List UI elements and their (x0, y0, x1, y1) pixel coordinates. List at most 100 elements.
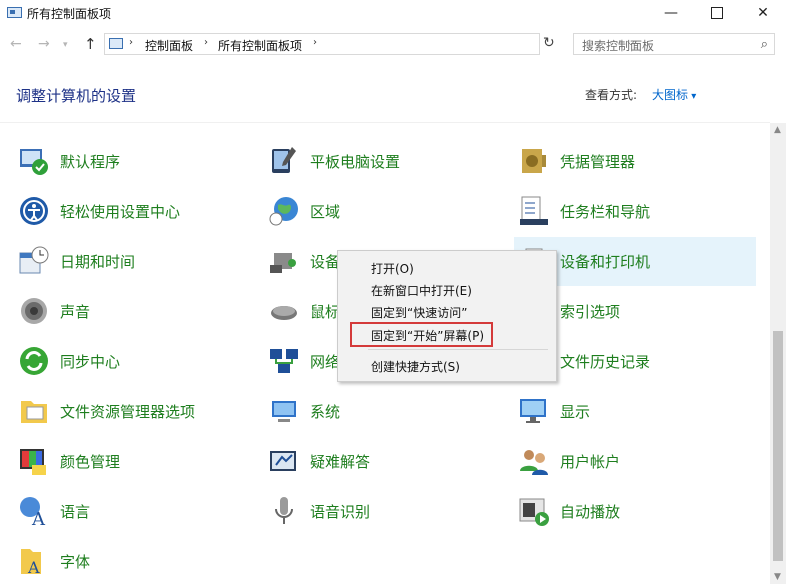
item-date-time[interactable]: 日期和时间 (18, 243, 258, 279)
color-management-icon (20, 449, 46, 475)
control-panel-icon (7, 7, 22, 18)
annotation-highlight-box (350, 322, 493, 347)
item-system[interactable]: 系统 (268, 393, 508, 429)
network-icon (270, 349, 298, 373)
credential-manager-icon (522, 149, 546, 173)
title-bar: 所有控制面板项 — ✕ (0, 0, 786, 27)
breadcrumb-separator[interactable]: › (129, 37, 133, 48)
item-color-management[interactable]: 颜色管理 (18, 443, 258, 479)
up-button[interactable]: ↑ (84, 35, 97, 53)
item-ease-of-access[interactable]: 轻松使用设置中心 (18, 193, 258, 229)
item-label: 用户帐户 (560, 453, 621, 471)
date-time-icon (19, 246, 49, 274)
item-taskbar-navigation[interactable]: 任务栏和导航 (518, 193, 758, 229)
item-troubleshooting[interactable]: 疑难解答 (268, 443, 508, 479)
item-file-explorer-options[interactable]: 文件资源管理器选项 (18, 393, 258, 429)
item-speech-recognition[interactable]: 语音识别 (268, 493, 508, 529)
troubleshooting-icon (270, 451, 296, 471)
item-sound[interactable]: 声音 (18, 293, 258, 329)
item-label: 日期和时间 (60, 253, 136, 271)
item-sync-center[interactable]: 同步中心 (18, 343, 258, 379)
default-programs-icon (20, 149, 48, 175)
taskbar-navigation-icon (520, 196, 548, 225)
maximize-icon (711, 7, 723, 19)
mouse-icon (271, 306, 297, 320)
autoplay-icon (519, 498, 549, 526)
item-label: 疑难解答 (310, 453, 371, 471)
control-panel-icon (109, 38, 123, 49)
vertical-scrollbar[interactable]: ▲ ▼ (770, 123, 786, 584)
item-label: 字体 (60, 553, 91, 571)
address-bar[interactable]: › 控制面板 › 所有控制面板项 › ⌵ (104, 33, 635, 55)
back-button[interactable]: ← (10, 36, 22, 52)
item-label: 设备和打印机 (560, 253, 651, 271)
item-label: 颜色管理 (60, 453, 121, 471)
breadcrumb-control-panel[interactable]: 控制面板 (145, 37, 193, 54)
item-label: 任务栏和导航 (560, 203, 651, 221)
maximize-button[interactable] (694, 0, 740, 27)
item-label: 凭据管理器 (560, 153, 636, 171)
item-autoplay[interactable]: 自动播放 (518, 493, 758, 529)
menu-item-label: 创建快捷方式(S) (371, 360, 460, 374)
navigation-bar: ← → ▾ ↑ › 控制面板 › 所有控制面板项 › ⌵ ↻ 搜索控制面板 ⌕ (0, 31, 786, 59)
item-label: 鼠标 (310, 303, 341, 321)
ease-of-access-icon (20, 197, 48, 225)
display-icon (520, 399, 546, 423)
window-title: 所有控制面板项 (27, 7, 112, 21)
item-label: 语言 (60, 503, 91, 521)
item-label: 文件历史记录 (560, 353, 651, 371)
recent-locations-button[interactable]: ▾ (63, 40, 68, 50)
refresh-button[interactable]: ↻ (543, 35, 555, 51)
item-user-accounts[interactable]: 用户帐户 (518, 443, 758, 479)
svg-text:A: A (31, 509, 46, 527)
scroll-up-icon[interactable]: ▲ (774, 125, 781, 135)
speech-recognition-icon (275, 497, 293, 524)
menu-item-open[interactable]: 打开(O) (338, 257, 556, 279)
item-region[interactable]: 区域 (268, 193, 508, 229)
file-explorer-options-icon (21, 401, 47, 423)
language-icon: A (20, 497, 46, 527)
item-label: 自动播放 (560, 503, 621, 521)
item-label: 设备 (310, 253, 341, 271)
header-divider (0, 122, 770, 123)
menu-item-pin-quick-access[interactable]: 固定到“快速访问” (338, 301, 556, 323)
item-default-programs[interactable]: 默认程序 (18, 143, 258, 179)
context-menu: 打开(O) 在新窗口中打开(E) 固定到“快速访问” 固定到“开始”屏幕(P) … (337, 250, 557, 382)
item-label: 默认程序 (60, 153, 121, 171)
minimize-button[interactable]: — (648, 0, 694, 27)
item-label: 区域 (310, 203, 341, 221)
item-label: 网络 (310, 353, 341, 371)
menu-item-create-shortcut[interactable]: 创建快捷方式(S) (338, 355, 556, 377)
menu-item-label: 固定到“快速访问” (371, 306, 468, 320)
sound-icon (21, 298, 47, 324)
sync-center-icon (20, 347, 48, 375)
close-button[interactable]: ✕ (740, 0, 786, 27)
view-by-label: 查看方式: (585, 88, 638, 102)
item-language[interactable]: A 语言 (18, 493, 258, 529)
tablet-pc-settings-icon (272, 147, 296, 173)
breadcrumb-all-items[interactable]: 所有控制面板项 (218, 37, 302, 54)
system-icon (272, 401, 296, 422)
item-label: 系统 (310, 403, 341, 421)
forward-button[interactable]: → (38, 36, 50, 52)
fonts-icon: A (21, 549, 41, 577)
item-display[interactable]: 显示 (518, 393, 758, 429)
breadcrumb-separator[interactable]: › (204, 37, 208, 48)
item-credential-manager[interactable]: 凭据管理器 (518, 143, 758, 179)
device-manager-icon (270, 253, 296, 273)
item-label: 索引选项 (560, 303, 621, 321)
search-icon[interactable]: ⌕ (761, 37, 768, 52)
item-label: 平板电脑设置 (310, 153, 401, 171)
svg-text:A: A (27, 558, 40, 577)
menu-item-label: 在新窗口中打开(E) (371, 284, 472, 298)
scroll-down-icon[interactable]: ▼ (774, 572, 781, 582)
item-tablet-pc-settings[interactable]: 平板电脑设置 (268, 143, 508, 179)
item-fonts[interactable]: A 字体 (18, 543, 258, 579)
breadcrumb-separator[interactable]: › (313, 37, 317, 48)
search-input[interactable]: 搜索控制面板 ⌕ (573, 33, 775, 55)
item-label: 轻松使用设置中心 (60, 203, 181, 221)
view-by-dropdown[interactable]: 大图标 (652, 86, 696, 103)
scrollbar-thumb[interactable] (773, 331, 783, 561)
item-label: 文件资源管理器选项 (60, 403, 196, 421)
menu-item-open-new-window[interactable]: 在新窗口中打开(E) (338, 279, 556, 301)
